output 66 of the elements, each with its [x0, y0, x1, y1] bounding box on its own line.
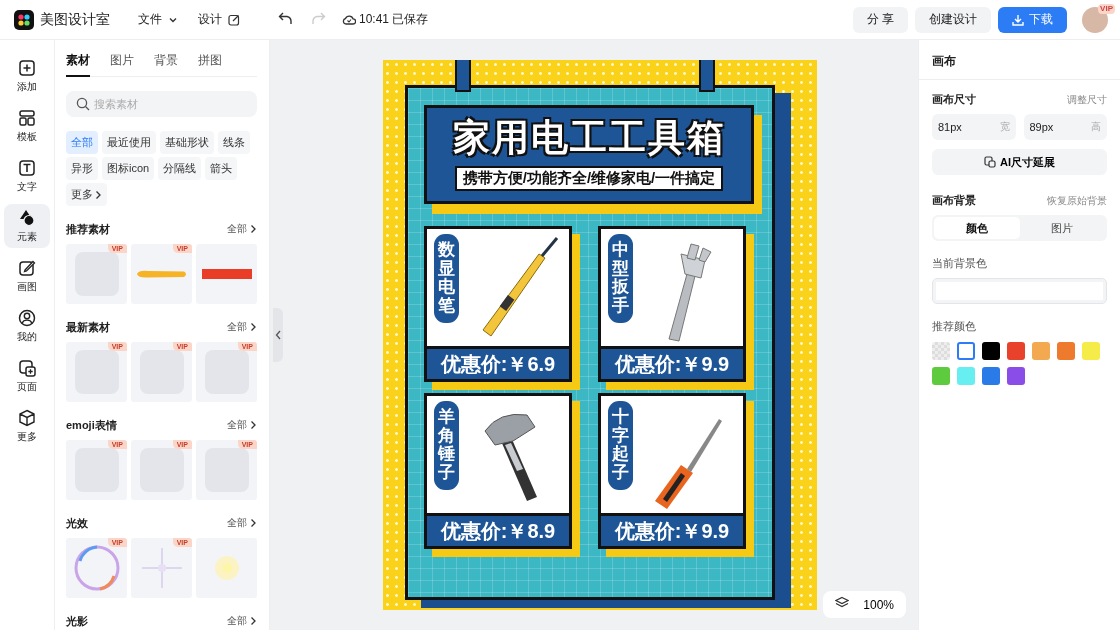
filter-chip[interactable]: 全部 [66, 131, 98, 154]
app-name: 美图设计室 [40, 10, 110, 29]
section-title: 光效 [66, 515, 88, 531]
product-label: 数显电笔 [434, 234, 459, 323]
filter-chip[interactable]: 更多 [66, 183, 107, 206]
section-title: 最新素材 [66, 319, 110, 335]
rail-item[interactable]: 模板 [4, 104, 50, 148]
segment-tab[interactable]: 图片 [1019, 217, 1105, 239]
filter-chip[interactable]: 分隔线 [158, 157, 202, 180]
filter-chip[interactable]: 最近使用 [102, 131, 156, 154]
panel-tab[interactable]: 素材 [66, 52, 90, 77]
resize-link[interactable]: 调整尺寸 [1067, 92, 1107, 107]
rail-item[interactable]: 文字 [4, 154, 50, 198]
panel-title: 画布 [919, 40, 1120, 80]
filter-chip[interactable]: 箭头 [205, 157, 238, 180]
filter-chip[interactable]: 图标icon [102, 157, 155, 180]
menu-button[interactable]: 文件 [132, 7, 184, 32]
see-all-link[interactable]: 全部 [227, 614, 257, 628]
download-button[interactable]: 下载 [998, 6, 1067, 33]
ai-extend-button[interactable]: AI尺寸延展 [932, 149, 1107, 175]
panel-tab[interactable]: 背景 [154, 52, 178, 77]
save-status: 10:41 已保存 [359, 11, 429, 28]
product-label: 十字起子 [608, 401, 633, 490]
field-label: 推荐颜色 [932, 319, 977, 334]
price-bar: 优惠价:￥9.9 [601, 346, 743, 379]
rail-item[interactable]: 画图 [4, 254, 50, 298]
price-bar: 优惠价:￥9.9 [601, 513, 743, 546]
rail-item[interactable]: 页面 [4, 354, 50, 398]
action-button[interactable]: 分 享 [852, 6, 908, 33]
restore-background-link[interactable]: 恢复原始背景 [1047, 193, 1107, 208]
action-button[interactable]: 创建设计 [915, 6, 991, 33]
field-unit: 宽 [999, 120, 1010, 134]
panel-tab[interactable]: 拼图 [198, 52, 222, 77]
price-bar: 优惠价:￥6.9 [427, 346, 569, 379]
section-title: 光影 [66, 613, 88, 629]
size-field[interactable]: 81px 宽 [932, 114, 1016, 140]
rail-item[interactable]: 我的 [4, 304, 50, 348]
menu-button[interactable]: 设计 [192, 7, 246, 32]
product-label: 羊角锤子 [434, 401, 459, 490]
search-field[interactable]: 搜索素材 [66, 91, 257, 117]
section-label: 画布尺寸 [932, 92, 976, 107]
filter-chip[interactable]: 基础形状 [160, 131, 214, 154]
section-title: emoji表情 [66, 417, 117, 433]
see-all-link[interactable]: 全部 [227, 320, 257, 334]
field-value: 81px [938, 121, 962, 133]
section-title: 推荐素材 [66, 221, 110, 237]
see-all-link[interactable]: 全部 [227, 418, 257, 432]
rail-item[interactable]: 更多 [4, 404, 50, 448]
vip-badge: VIP [1098, 3, 1115, 14]
poster-subtitle: 携带方便/功能齐全/维修家电/一件搞定 [454, 166, 724, 191]
product-label: 中型扳手 [608, 234, 633, 323]
size-field[interactable]: 89px 高 [1023, 114, 1107, 140]
panel-tab[interactable]: 图片 [110, 52, 134, 77]
rail-item[interactable]: 元素 [4, 204, 50, 248]
see-all-link[interactable]: 全部 [227, 222, 257, 236]
filter-chip[interactable]: 线条 [218, 131, 250, 154]
field-value: 89px [1029, 121, 1054, 133]
rail-item[interactable]: 添加 [4, 54, 50, 98]
field-unit: 高 [1091, 120, 1101, 134]
poster-title: 家用电工工具箱 [452, 116, 726, 160]
section-label: 画布背景 [932, 193, 976, 208]
filter-chip[interactable]: 异形 [66, 157, 98, 180]
segment-tab[interactable]: 颜色 [934, 217, 1020, 239]
field-label: 当前背景色 [932, 256, 988, 271]
see-all-link[interactable]: 全部 [227, 516, 257, 530]
price-bar: 优惠价:￥8.9 [427, 513, 569, 546]
